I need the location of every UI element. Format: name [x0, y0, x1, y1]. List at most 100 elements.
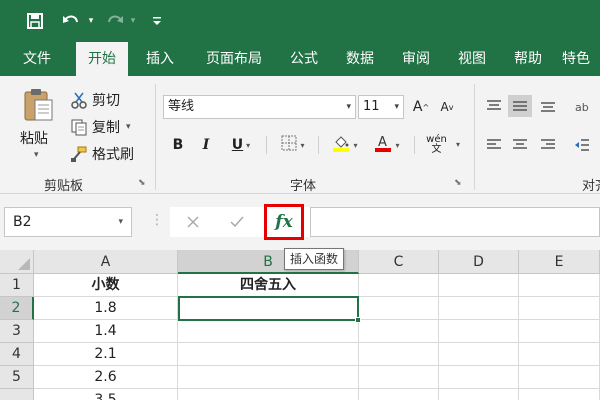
copy-dropdown-icon[interactable]: ▾ [126, 122, 131, 132]
tab-formulas[interactable]: 公式 [282, 42, 326, 76]
font-color-button[interactable]: A ▾ [368, 134, 406, 156]
cell-b6[interactable] [178, 389, 359, 400]
orientation-icon[interactable]: ab [570, 95, 594, 117]
cell-b5[interactable] [178, 366, 359, 389]
grip-icon[interactable]: ⋮ [150, 212, 164, 228]
fill-handle[interactable] [355, 317, 361, 323]
cell-d4[interactable] [439, 343, 519, 366]
align-middle-icon[interactable] [508, 95, 532, 117]
cell-c2[interactable] [359, 297, 439, 320]
align-bottom-icon[interactable] [536, 95, 560, 117]
redo-icon[interactable] [104, 9, 126, 33]
select-all-button[interactable] [0, 250, 34, 274]
cell-d1[interactable] [439, 274, 519, 297]
clipboard-launcher-icon[interactable]: ⬊ [138, 178, 146, 188]
align-center-icon[interactable] [508, 134, 532, 156]
name-box[interactable]: B2 ▾ [4, 207, 132, 237]
cell-e6[interactable] [519, 389, 600, 400]
redo-dropdown-icon[interactable]: ▾ [128, 9, 138, 33]
save-icon[interactable] [24, 9, 46, 33]
decrease-indent-icon[interactable] [570, 134, 594, 156]
cell-c4[interactable] [359, 343, 439, 366]
cell-c6[interactable] [359, 389, 439, 400]
fill-color-button[interactable]: ▾ [326, 134, 364, 156]
tab-help[interactable]: 帮助 [506, 42, 550, 76]
tab-insert[interactable]: 插入 [138, 42, 182, 76]
tab-featured[interactable]: 特色 [562, 42, 600, 76]
cell-a2[interactable]: 1.8 [34, 297, 178, 320]
align-right-icon[interactable] [536, 134, 560, 156]
cell-e2[interactable] [519, 297, 600, 320]
cell-d3[interactable] [439, 320, 519, 343]
row-header-2[interactable]: 2 [0, 297, 34, 320]
undo-dropdown-icon[interactable]: ▾ [86, 9, 96, 33]
cell-e5[interactable] [519, 366, 600, 389]
cell-c3[interactable] [359, 320, 439, 343]
cell-e3[interactable] [519, 320, 600, 343]
tab-view[interactable]: 视图 [450, 42, 494, 76]
name-box-value: B2 [13, 214, 32, 230]
chevron-down-icon[interactable]: ▾ [246, 141, 250, 150]
align-top-icon[interactable] [482, 95, 506, 117]
increase-font-size-button[interactable]: A ^ [410, 96, 432, 118]
customize-qat-icon[interactable] [150, 9, 164, 33]
column-header-a[interactable]: A [34, 250, 178, 274]
paste-icon[interactable] [24, 88, 54, 122]
cell-a3[interactable]: 1.4 [34, 320, 178, 343]
chevron-down-icon[interactable]: ▾ [395, 141, 399, 150]
chevron-down-icon[interactable]: ▾ [353, 141, 357, 150]
cell-b1[interactable]: 四舍五入 [178, 274, 359, 297]
cut-button[interactable]: 剪切 [68, 89, 120, 111]
column-header-e[interactable]: E [519, 250, 600, 274]
chevron-down-icon[interactable]: ▾ [118, 208, 123, 236]
align-left-icon[interactable] [482, 134, 506, 156]
tab-review[interactable]: 审阅 [394, 42, 438, 76]
row-header-5[interactable]: 5 [0, 366, 34, 389]
undo-icon[interactable] [60, 9, 82, 33]
row-header-1[interactable]: 1 [0, 274, 34, 297]
formula-input[interactable] [310, 207, 600, 237]
cell-a6[interactable]: 3.5 [34, 389, 178, 400]
cell-a5[interactable]: 2.6 [34, 366, 178, 389]
copy-button[interactable]: 复制 ▾ [68, 116, 131, 138]
cell-e1[interactable] [519, 274, 600, 297]
cell-d2[interactable] [439, 297, 519, 320]
cell-c5[interactable] [359, 366, 439, 389]
chevron-down-icon[interactable]: ▾ [394, 96, 399, 118]
enter-checkmark-icon[interactable] [224, 207, 250, 237]
row-header-6[interactable] [0, 389, 34, 400]
font-launcher-icon[interactable]: ⬊ [454, 178, 462, 188]
column-header-d[interactable]: D [439, 250, 519, 274]
chevron-down-icon[interactable]: ▾ [456, 140, 460, 150]
font-size-select[interactable]: 11 ▾ [358, 95, 404, 119]
cell-d5[interactable] [439, 366, 519, 389]
chevron-down-icon[interactable]: ▾ [300, 141, 304, 150]
cell-c1[interactable] [359, 274, 439, 297]
decrease-font-size-button[interactable]: Av [436, 96, 458, 118]
italic-button[interactable]: I [196, 134, 216, 156]
font-name-select[interactable]: 等线 ▾ [163, 95, 356, 119]
row-header-3[interactable]: 3 [0, 320, 34, 343]
tab-home[interactable]: 开始 [76, 42, 128, 76]
cell-a1[interactable]: 小数 [34, 274, 178, 297]
underline-button[interactable]: U ▾ [224, 134, 258, 156]
format-painter-button[interactable]: 格式刷 [68, 143, 134, 165]
paste-dropdown-icon[interactable]: ▾ [34, 150, 39, 160]
cell-b4[interactable] [178, 343, 359, 366]
cell-b3[interactable] [178, 320, 359, 343]
cell-a4[interactable]: 2.1 [34, 343, 178, 366]
tab-data[interactable]: 数据 [338, 42, 382, 76]
chevron-down-icon[interactable]: ▾ [346, 96, 351, 118]
cell-d6[interactable] [439, 389, 519, 400]
row-header-4[interactable]: 4 [0, 343, 34, 366]
cell-e4[interactable] [519, 343, 600, 366]
phonetic-guide-button[interactable]: wén 文 ▾ [420, 134, 460, 156]
cancel-icon[interactable] [180, 207, 206, 237]
tab-page-layout[interactable]: 页面布局 [194, 42, 274, 76]
paste-button[interactable]: 粘贴 [20, 128, 48, 148]
insert-function-button[interactable]: fx [264, 204, 304, 240]
tab-file[interactable]: 文件 [12, 42, 62, 76]
borders-button[interactable]: ▾ [274, 134, 312, 156]
column-header-c[interactable]: C [359, 250, 439, 274]
bold-button[interactable]: B [168, 134, 188, 156]
